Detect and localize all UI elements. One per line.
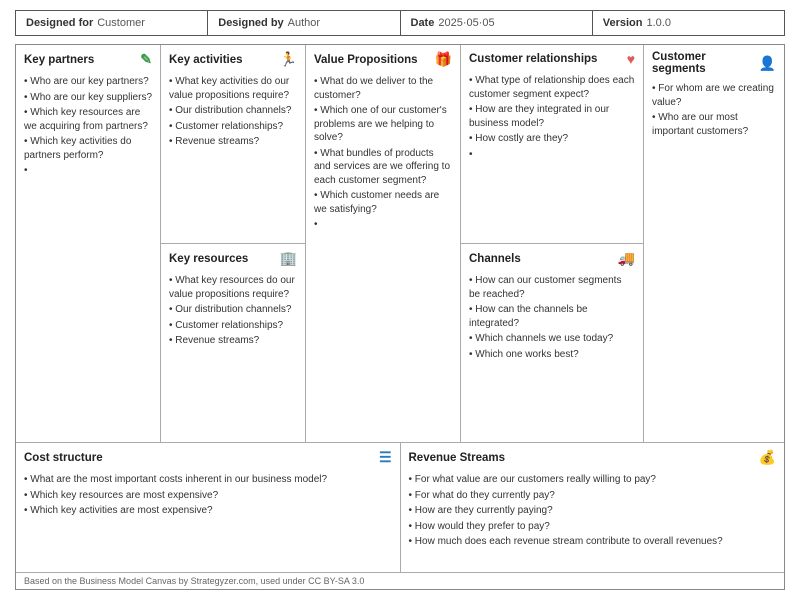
date-label: Date (411, 17, 435, 29)
list-item: Which channels we use today? (469, 331, 635, 347)
list-item: For whom are we creating value? (652, 81, 776, 110)
list-item: How costly are they? (469, 131, 635, 147)
list-item: What key resources do our value proposit… (169, 273, 297, 302)
list-item: For what do they currently pay? (409, 488, 777, 504)
key-partners-title: Key partners ✎ (24, 51, 152, 68)
list-item: Which key activities are most expensive? (24, 503, 392, 519)
activities-resources-col: Key activities 🏃 What key activities do … (161, 45, 306, 442)
key-resources-section: Key resources 🏢 What key resources do ou… (161, 244, 305, 442)
designed-by-label: Designed by (218, 17, 283, 29)
list-item: What type of relationship does each cust… (469, 73, 635, 102)
cost-structure-section: Cost structure ☰ What are the most impor… (16, 443, 401, 572)
list-item: Which key resources are we acquiring fro… (24, 105, 152, 134)
key-resources-list: What key resources do our value proposit… (169, 273, 297, 349)
designed-for-value: Customer (97, 17, 145, 29)
list-item: How can the channels be integrated? (469, 302, 635, 331)
revenue-streams-section: Revenue Streams 💰 For what value are our… (401, 443, 785, 572)
key-resources-icon: 🏢 (280, 250, 297, 267)
designed-by-value: Author (288, 17, 320, 29)
designed-for-label: Designed for (26, 17, 93, 29)
customer-segments-list: For whom are we creating value? Who are … (652, 81, 776, 139)
key-partners-icon: ✎ (140, 51, 152, 68)
list-item (24, 163, 152, 179)
list-item: Revenue streams? (169, 333, 297, 349)
cr-channels-col: Customer relationships ♥ What type of re… (461, 45, 644, 442)
channels-title: Channels 🚚 (469, 250, 635, 267)
right-columns: Customer relationships ♥ What type of re… (461, 45, 784, 442)
channels-section: Channels 🚚 How can our customer segments… (461, 244, 643, 442)
list-item: Customer relationships? (169, 318, 297, 334)
designed-for-cell: Designed for Customer (16, 11, 208, 35)
key-activities-title: Key activities 🏃 (169, 51, 297, 68)
list-item: Who are our most important customers? (652, 110, 776, 139)
list-item: How much does each revenue stream contri… (409, 534, 777, 550)
channels-icon: 🚚 (618, 250, 635, 267)
channels-list: How can our customer segments be reached… (469, 273, 635, 362)
canvas-footer: Based on the Business Model Canvas by St… (16, 573, 784, 589)
list-item: Customer relationships? (169, 119, 297, 135)
customer-segments-title: Customer segments 👤 (652, 51, 776, 75)
customer-relationships-icon: ♥ (627, 51, 635, 67)
canvas-bottom: Cost structure ☰ What are the most impor… (16, 443, 784, 573)
revenue-streams-list: For what value are our customers really … (409, 472, 777, 550)
list-item: What bundles of products and services ar… (314, 146, 452, 189)
key-activities-list: What key activities do our value proposi… (169, 74, 297, 150)
date-value: 2025·05·05 (438, 17, 494, 29)
list-item: Which customer needs are we satisfying? (314, 188, 452, 217)
customer-relationships-list: What type of relationship does each cust… (469, 73, 635, 162)
customer-relationships-section: Customer relationships ♥ What type of re… (461, 45, 643, 244)
designed-by-cell: Designed by Author (208, 11, 400, 35)
cost-structure-icon: ☰ (379, 449, 392, 466)
value-prop-list: What do we deliver to the customer? Whic… (314, 74, 452, 233)
list-item: Which one of our customer's problems are… (314, 103, 452, 146)
customer-relationships-title: Customer relationships ♥ (469, 51, 635, 67)
cost-structure-title: Cost structure ☰ (24, 449, 392, 466)
key-partners-list: Who are our key partners? Who are our ke… (24, 74, 152, 179)
value-prop-title: Value Propositions 🎁 (314, 51, 452, 68)
customer-segments-section: Customer segments 👤 For whom are we crea… (644, 45, 784, 442)
list-item: Which key activities do partners perform… (24, 134, 152, 163)
cost-structure-list: What are the most important costs inhere… (24, 472, 392, 519)
list-item: Our distribution channels? (169, 103, 297, 119)
value-propositions-section: Value Propositions 🎁 What do we deliver … (306, 45, 461, 442)
list-item: Revenue streams? (169, 134, 297, 150)
list-item: How would they prefer to pay? (409, 519, 777, 535)
key-activities-section: Key activities 🏃 What key activities do … (161, 45, 305, 244)
value-prop-icon: 🎁 (435, 51, 452, 68)
revenue-streams-title: Revenue Streams 💰 (409, 449, 777, 466)
list-item: How are they integrated in our business … (469, 102, 635, 131)
canvas-top: Key partners ✎ Who are our key partners?… (16, 45, 784, 443)
date-cell: Date 2025·05·05 (401, 11, 593, 35)
list-item: How can our customer segments be reached… (469, 273, 635, 302)
list-item: Which one works best? (469, 347, 635, 363)
list-item: Who are our key partners? (24, 74, 152, 90)
revenue-streams-icon: 💰 (759, 449, 776, 466)
version-label: Version (603, 17, 643, 29)
canvas: Key partners ✎ Who are our key partners?… (15, 44, 785, 590)
list-item: How are they currently paying? (409, 503, 777, 519)
version-cell: Version 1.0.0 (593, 11, 784, 35)
list-item: What do we deliver to the customer? (314, 74, 452, 103)
list-item (314, 217, 452, 233)
header-row: Designed for Customer Designed by Author… (15, 10, 785, 36)
key-resources-title: Key resources 🏢 (169, 250, 297, 267)
business-model-canvas: Designed for Customer Designed by Author… (0, 0, 800, 600)
list-item: Our distribution channels? (169, 302, 297, 318)
key-partners-section: Key partners ✎ Who are our key partners?… (16, 45, 161, 442)
list-item: For what value are our customers really … (409, 472, 777, 488)
customer-segments-icon: 👤 (759, 55, 776, 72)
key-activities-icon: 🏃 (280, 51, 297, 68)
list-item: What key activities do our value proposi… (169, 74, 297, 103)
list-item: Which key resources are most expensive? (24, 488, 392, 504)
list-item: What are the most important costs inhere… (24, 472, 392, 488)
list-item (469, 147, 635, 163)
list-item: Who are our key suppliers? (24, 90, 152, 106)
version-value: 1.0.0 (647, 17, 671, 29)
